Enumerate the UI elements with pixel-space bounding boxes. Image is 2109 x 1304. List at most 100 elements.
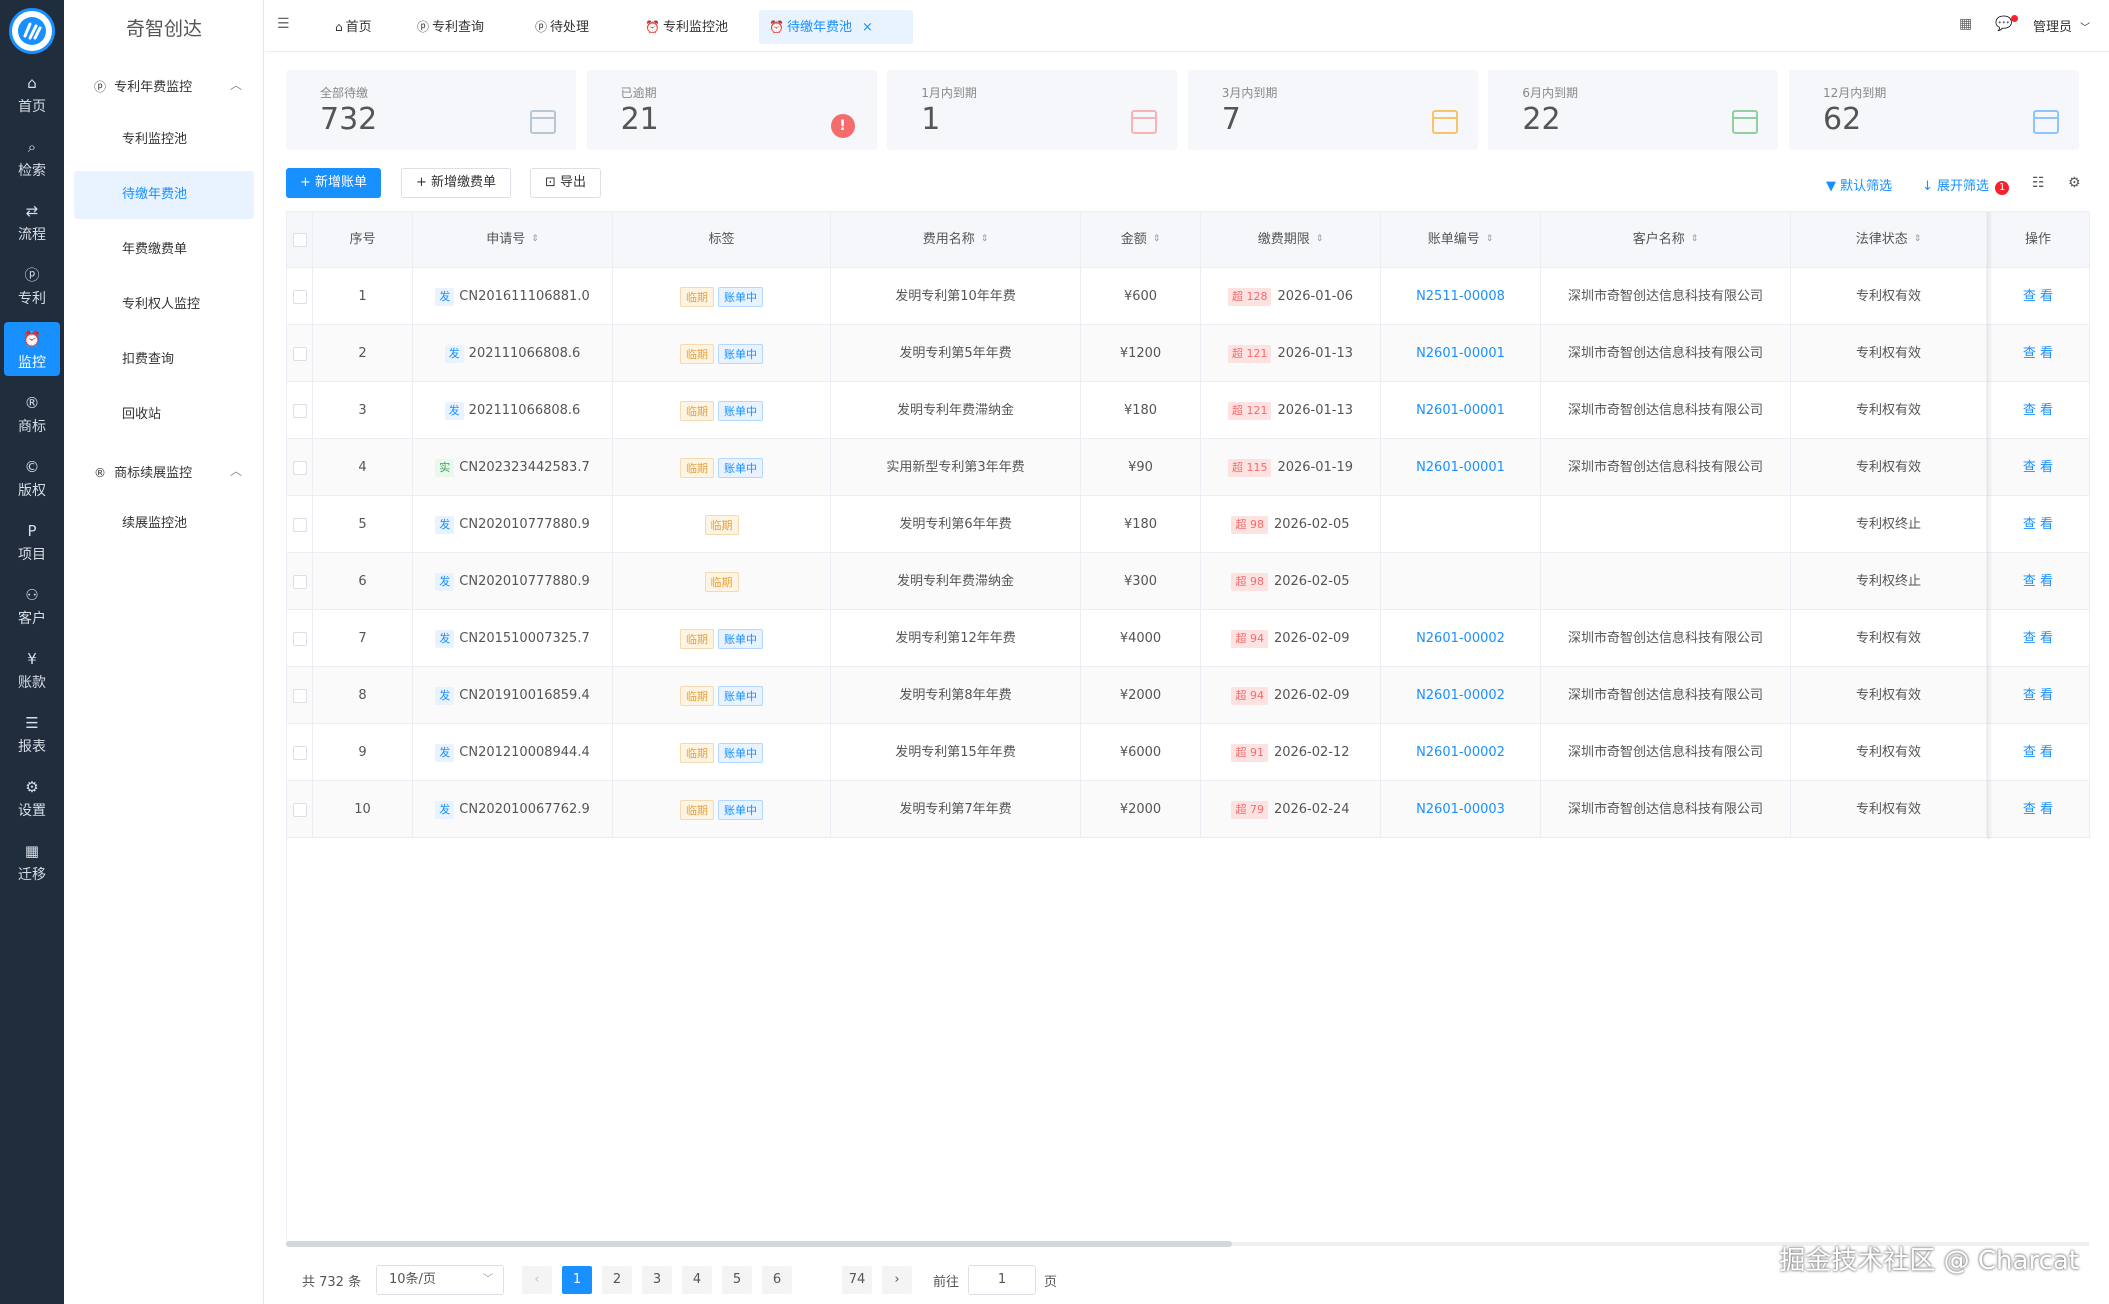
- view-button[interactable]: 查 看: [2023, 631, 2053, 646]
- rail-patent[interactable]: ⓟ 专利: [4, 258, 60, 312]
- row-checkbox[interactable]: [292, 631, 307, 646]
- stat-card[interactable]: 12月内到期 62: [1789, 70, 2079, 150]
- view-button[interactable]: 查 看: [2023, 574, 2053, 589]
- sort-icon[interactable]: ⇕: [1153, 235, 1161, 244]
- menu-item[interactable]: 专利权人监控: [74, 281, 254, 329]
- view-button[interactable]: 查 看: [2023, 346, 2053, 361]
- checkbox-cell[interactable]: [287, 781, 313, 838]
- app-logo[interactable]: [9, 8, 55, 54]
- page-2[interactable]: 2: [602, 1266, 632, 1294]
- menu-item[interactable]: 回收站: [74, 391, 254, 439]
- bill-number-link[interactable]: N2601-00002: [1416, 688, 1505, 703]
- rail-report[interactable]: ☰ 报表: [4, 706, 60, 760]
- sort-icon[interactable]: ⇕: [531, 235, 539, 244]
- rail-customer[interactable]: ⚇ 客户: [4, 578, 60, 632]
- rail-flow[interactable]: ⇄ 流程: [4, 194, 60, 248]
- menu-group-patent-fee[interactable]: ⓟ 专利年费监控 ︿: [94, 76, 254, 95]
- view-button[interactable]: 查 看: [2023, 745, 2053, 760]
- tab-1[interactable]: ⓟ 专利查询: [407, 10, 494, 44]
- column-setting-icon[interactable]: ☷: [2032, 175, 2045, 191]
- rail-copyright[interactable]: © 版权: [4, 450, 60, 504]
- checkbox-cell[interactable]: [287, 496, 313, 553]
- menu-item[interactable]: 专利监控池: [74, 116, 254, 164]
- row-checkbox[interactable]: [292, 460, 307, 475]
- sort-icon[interactable]: ⇕: [1486, 235, 1494, 244]
- message-icon[interactable]: 💬: [1995, 16, 2012, 32]
- row-checkbox[interactable]: [292, 688, 307, 703]
- stat-card[interactable]: 1月内到期 1: [887, 70, 1178, 150]
- user-menu[interactable]: 管理员 ﹀: [2033, 16, 2090, 35]
- close-icon[interactable]: ×: [862, 20, 873, 35]
- row-checkbox[interactable]: [292, 745, 307, 760]
- next-page-button[interactable]: ›: [882, 1266, 912, 1294]
- sort-icon[interactable]: ⇕: [1316, 235, 1324, 244]
- view-button[interactable]: 查 看: [2023, 802, 2053, 817]
- checkbox-cell[interactable]: [287, 610, 313, 667]
- tab-0[interactable]: ⌂ 首页: [325, 10, 382, 44]
- view-button[interactable]: 查 看: [2023, 403, 2053, 418]
- bill-number-link[interactable]: N2601-00001: [1416, 403, 1505, 418]
- bill-number-link[interactable]: N2601-00003: [1416, 802, 1505, 817]
- rail-migrate[interactable]: ▦ 迁移: [4, 834, 60, 888]
- goto-page-input[interactable]: 1: [968, 1265, 1036, 1295]
- rail-project[interactable]: P 项目: [4, 514, 60, 568]
- bill-number-link[interactable]: N2601-00002: [1416, 745, 1505, 760]
- page-last[interactable]: 74: [842, 1266, 872, 1294]
- rail-settings[interactable]: ⚙ 设置: [4, 770, 60, 824]
- view-button[interactable]: 查 看: [2023, 460, 2053, 475]
- row-checkbox[interactable]: [292, 403, 307, 418]
- menu-item[interactable]: 扣费查询: [74, 336, 254, 384]
- page-1[interactable]: 1: [562, 1266, 592, 1294]
- header-checkbox-cell[interactable]: [287, 212, 313, 268]
- export-button[interactable]: ⊡ 导出: [530, 168, 602, 198]
- rail-trademark[interactable]: ® 商标: [4, 386, 60, 440]
- rail-account[interactable]: ¥ 账款: [4, 642, 60, 696]
- row-checkbox[interactable]: [292, 802, 307, 817]
- new-fee-button[interactable]: + 新增缴费单: [401, 168, 512, 198]
- apps-grid-icon[interactable]: ▦: [1959, 16, 1972, 32]
- tab-2[interactable]: ⓟ 待处理: [525, 10, 599, 44]
- stat-card[interactable]: 全部待缴 732: [286, 70, 576, 150]
- sort-icon[interactable]: ⇕: [1691, 235, 1699, 244]
- checkbox-cell[interactable]: [287, 667, 313, 724]
- menu-item[interactable]: 待缴年费池: [74, 171, 254, 219]
- stat-card[interactable]: 已逾期 21!: [586, 70, 877, 150]
- stat-card[interactable]: 3月内到期 7: [1187, 70, 1478, 150]
- checkbox-cell[interactable]: [287, 439, 313, 496]
- menu-item[interactable]: 续展监控池: [74, 500, 254, 548]
- rail-search[interactable]: ⌕ 检索: [4, 130, 60, 184]
- view-button[interactable]: 查 看: [2023, 688, 2053, 703]
- sort-icon[interactable]: ⇕: [981, 235, 989, 244]
- page-6[interactable]: 6: [762, 1266, 792, 1294]
- tab-4[interactable]: ⏰ 待缴年费池 ×: [759, 10, 913, 44]
- row-checkbox[interactable]: [292, 289, 307, 304]
- sort-icon[interactable]: ⇕: [1914, 235, 1922, 244]
- rail-home[interactable]: ⌂ 首页: [4, 66, 60, 120]
- default-filter-link[interactable]: ▼ 默认筛选: [1826, 175, 1892, 194]
- new-bill-button[interactable]: + 新增账单: [286, 168, 382, 198]
- select-all-checkbox[interactable]: [292, 232, 307, 247]
- row-checkbox[interactable]: [292, 517, 307, 532]
- page-4[interactable]: 4: [682, 1266, 712, 1294]
- checkbox-cell[interactable]: [287, 553, 313, 610]
- page-3[interactable]: 3: [642, 1266, 672, 1294]
- bill-number-link[interactable]: N2601-00001: [1416, 346, 1505, 361]
- menu-item[interactable]: 年费缴费单: [74, 226, 254, 274]
- page-5[interactable]: 5: [722, 1266, 752, 1294]
- bill-number-link[interactable]: N2601-00002: [1416, 631, 1505, 646]
- checkbox-cell[interactable]: [287, 325, 313, 382]
- bill-number-link[interactable]: N2511-00008: [1416, 289, 1505, 304]
- expand-filter-link[interactable]: ↓ 展开筛选 1: [1922, 175, 2010, 195]
- checkbox-cell[interactable]: [287, 268, 313, 325]
- view-button[interactable]: 查 看: [2023, 517, 2053, 532]
- checkbox-cell[interactable]: [287, 382, 313, 439]
- prev-page-button[interactable]: ‹: [522, 1266, 552, 1294]
- collapse-menu-icon[interactable]: ☰: [277, 16, 290, 32]
- page-size-select[interactable]: 10条/页 ﹀: [376, 1265, 504, 1295]
- gear-icon[interactable]: ⚙: [2068, 175, 2081, 191]
- menu-group-trademark-renewal[interactable]: ® 商标续展监控 ︿: [94, 462, 254, 481]
- stat-card[interactable]: 6月内到期 22: [1488, 70, 1779, 150]
- bill-number-link[interactable]: N2601-00001: [1416, 460, 1505, 475]
- rail-monitor[interactable]: ⏰ 监控: [4, 322, 60, 376]
- row-checkbox[interactable]: [292, 346, 307, 361]
